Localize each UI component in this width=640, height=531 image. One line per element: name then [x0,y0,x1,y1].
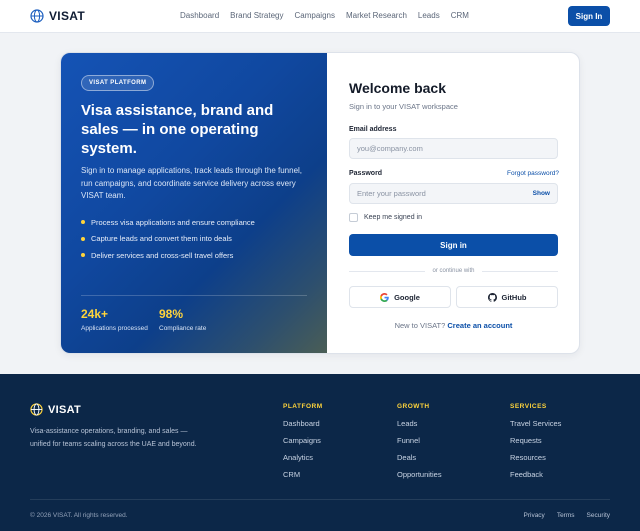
copyright: © 2026 VISAT. All rights reserved. [30,512,128,519]
terms-link[interactable]: Terms [557,512,575,519]
footer-link[interactable]: Resources [510,453,561,462]
stat-value: 98% [159,307,184,321]
login-card: VISAT PLATFORM Visa assistance, brand an… [60,52,580,354]
signup-prompt: New to VISAT? Create an account [349,321,558,330]
footer-col-platform: PLATFORM Dashboard Campaigns Analytics C… [283,403,323,479]
footer-link[interactable]: Feedback [510,470,561,479]
hero-panel: VISAT PLATFORM Visa assistance, brand an… [61,53,327,353]
site-footer: VISAT Visa-assistance operations, brandi… [0,374,640,531]
signin-button[interactable]: Sign in [349,234,558,256]
nav-campaigns[interactable]: Campaigns [295,11,335,20]
footer-link[interactable]: Dashboard [283,419,323,428]
hero-description: Sign in to manage applications, track le… [81,166,303,200]
remember-checkbox[interactable] [349,213,358,222]
footer-link[interactable]: Funnel [397,436,442,445]
form-title: Welcome back [349,80,447,96]
or-text: or continue with [432,268,475,274]
show-password-toggle[interactable]: Show [533,190,550,197]
footer-col-title: PLATFORM [283,403,323,410]
bullet-text: Process visa applications and ensure com… [91,217,255,227]
top-header: VISAT Dashboard Brand Strategy Campaigns… [0,0,640,33]
header-signin-button[interactable]: Sign In [568,6,610,26]
github-button[interactable]: GitHub [456,286,558,308]
footer-col-growth: GROWTH Leads Funnel Deals Opportunities [397,403,442,479]
stat-label: Compliance rate [159,325,207,332]
remember-label: Keep me signed in [364,214,422,221]
stat-value: 24k+ [81,307,109,321]
password-placeholder: Enter your password [357,189,426,198]
google-button[interactable]: Google [349,286,451,308]
platform-pill: VISAT PLATFORM [81,75,155,91]
footer-brand-name: VISAT [48,403,82,416]
footer-brand[interactable]: VISAT [30,403,81,416]
brand-logo[interactable]: VISAT [30,9,85,23]
main-nav: Dashboard Brand Strategy Campaigns Marke… [180,11,469,20]
signup-text: New to VISAT? [394,321,446,330]
password-field[interactable]: Enter your password Show [349,183,558,204]
footer-link[interactable]: Requests [510,436,561,445]
bullet-text: Capture leads and convert them into deal… [91,234,232,244]
stat-label: Applications processed [81,325,148,332]
bullet-item: Process visa applications and ensure com… [81,214,255,231]
bullet-dot-icon [81,236,85,241]
footer-link[interactable]: Opportunities [397,470,442,479]
footer-link[interactable]: Analytics [283,453,323,462]
footer-link[interactable]: CRM [283,470,323,479]
brand-name: VISAT [49,9,85,23]
privacy-link[interactable]: Privacy [524,512,545,519]
footer-link[interactable]: Leads [397,419,442,428]
footer-description: Visa-assistance operations, branding, an… [30,428,197,448]
github-icon [487,292,497,302]
footer-link[interactable]: Travel Services [510,419,561,428]
hero-bullets: Process visa applications and ensure com… [81,214,255,264]
footer-col-services: SERVICES Travel Services Requests Resour… [510,403,561,479]
google-label: Google [394,292,420,302]
globe-icon [30,403,43,416]
footer-col-title: SERVICES [510,403,547,410]
footer-col-title: GROWTH [397,403,430,410]
password-label: Password [349,170,383,177]
stat-applications: 24k+ Applications processed [81,307,148,332]
hero-title: Visa assistance, brand and sales — in on… [81,102,274,157]
bullet-dot-icon [81,253,85,258]
github-label: GitHub [501,292,527,302]
nav-leads[interactable]: Leads [418,11,440,20]
google-icon [380,292,389,302]
create-account-link[interactable]: Create an account [447,321,512,330]
bullet-item: Capture leads and convert them into deal… [81,231,255,248]
security-link[interactable]: Security [587,512,610,519]
stat-compliance: 98% Compliance rate [159,307,206,332]
bullet-item: Deliver services and cross-sell travel o… [81,247,255,264]
bullet-dot-icon [81,220,85,225]
email-label: Email address [349,126,397,133]
bullet-text: Deliver services and cross-sell travel o… [91,250,234,260]
divider-or: or continue with [349,268,558,274]
nav-crm[interactable]: CRM [451,11,469,20]
nav-dashboard[interactable]: Dashboard [180,11,219,20]
footer-link[interactable]: Deals [397,453,442,462]
footer-divider [30,499,610,500]
legal-links: Privacy Terms Security [524,512,611,519]
forgot-password-link[interactable]: Forgot password? [507,170,559,177]
form-subtitle: Sign in to your VISAT workspace [349,102,458,111]
email-placeholder: you@company.com [357,144,423,153]
signin-form: Welcome back Sign in to your VISAT works… [327,53,579,353]
hero-divider [81,295,307,296]
nav-market-research[interactable]: Market Research [346,11,407,20]
globe-icon [30,9,44,23]
nav-brand-strategy[interactable]: Brand Strategy [230,11,283,20]
footer-link[interactable]: Campaigns [283,436,323,445]
email-field[interactable]: you@company.com [349,138,558,159]
divider-line [349,270,426,272]
divider-line [481,270,558,272]
remember-me[interactable]: Keep me signed in [349,213,422,222]
